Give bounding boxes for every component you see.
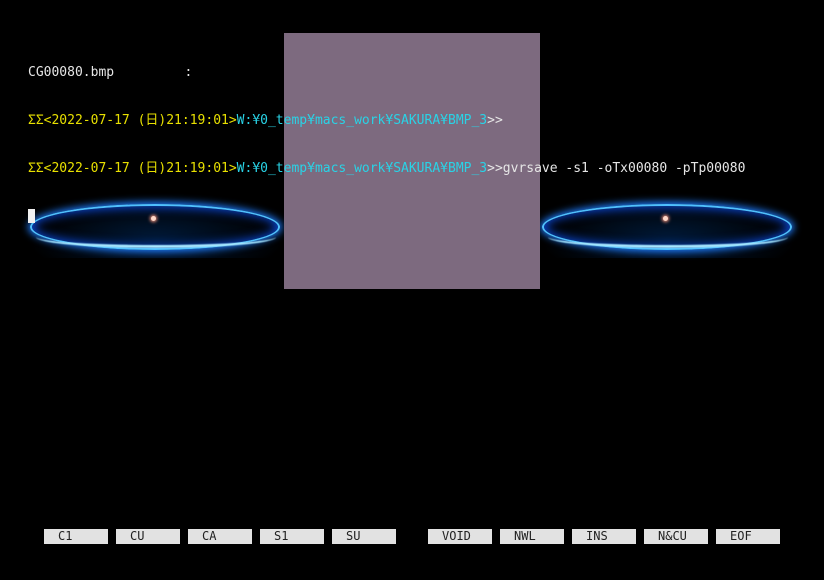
fkey-s1[interactable]: S1 <box>260 529 324 544</box>
console-input-line[interactable] <box>28 209 745 225</box>
prompt-suffix: >> <box>487 113 503 128</box>
prompt-sigil: ΣΣ <box>28 161 44 176</box>
console-output[interactable]: CG00080.bmp : ΣΣ<2022-07-17 (日)21:19:01>… <box>28 33 745 257</box>
fkey-nwl[interactable]: NWL <box>500 529 564 544</box>
terminal-screen: CG00080.bmp : ΣΣ<2022-07-17 (日)21:19:01>… <box>0 0 824 580</box>
fkey-cu[interactable]: CU <box>116 529 180 544</box>
prompt-suffix: >> <box>487 161 503 176</box>
fkey-ins[interactable]: INS <box>572 529 636 544</box>
fkey-c1[interactable]: C1 <box>44 529 108 544</box>
fkey-ncu[interactable]: N&CU <box>644 529 708 544</box>
fkey-ca[interactable]: CA <box>188 529 252 544</box>
fkey-void[interactable]: VOID <box>428 529 492 544</box>
console-line-2: ΣΣ<2022-07-17 (日)21:19:01>W:¥0_temp¥macs… <box>28 113 745 129</box>
command-text: gvrsave -s1 -oTx00080 -pTp00080 <box>502 161 746 176</box>
text-cursor[interactable] <box>28 209 35 223</box>
prompt-datetime: <2022-07-17 (日)21:19:01> <box>43 161 237 176</box>
output-filename: CG00080.bmp <box>28 65 115 80</box>
fkey-su[interactable]: SU <box>332 529 396 544</box>
console-line-3: ΣΣ<2022-07-17 (日)21:19:01>W:¥0_temp¥macs… <box>28 161 745 177</box>
prompt-datetime: <2022-07-17 (日)21:19:01> <box>43 113 237 128</box>
prompt-path: W:¥0_temp¥macs_work¥SAKURA¥BMP_3 <box>236 113 488 128</box>
prompt-sigil: ΣΣ <box>28 113 44 128</box>
prompt-path: W:¥0_temp¥macs_work¥SAKURA¥BMP_3 <box>236 161 488 176</box>
fkey-eof[interactable]: EOF <box>716 529 780 544</box>
console-line-1: CG00080.bmp : <box>28 65 745 81</box>
output-trailing: : <box>114 65 193 80</box>
